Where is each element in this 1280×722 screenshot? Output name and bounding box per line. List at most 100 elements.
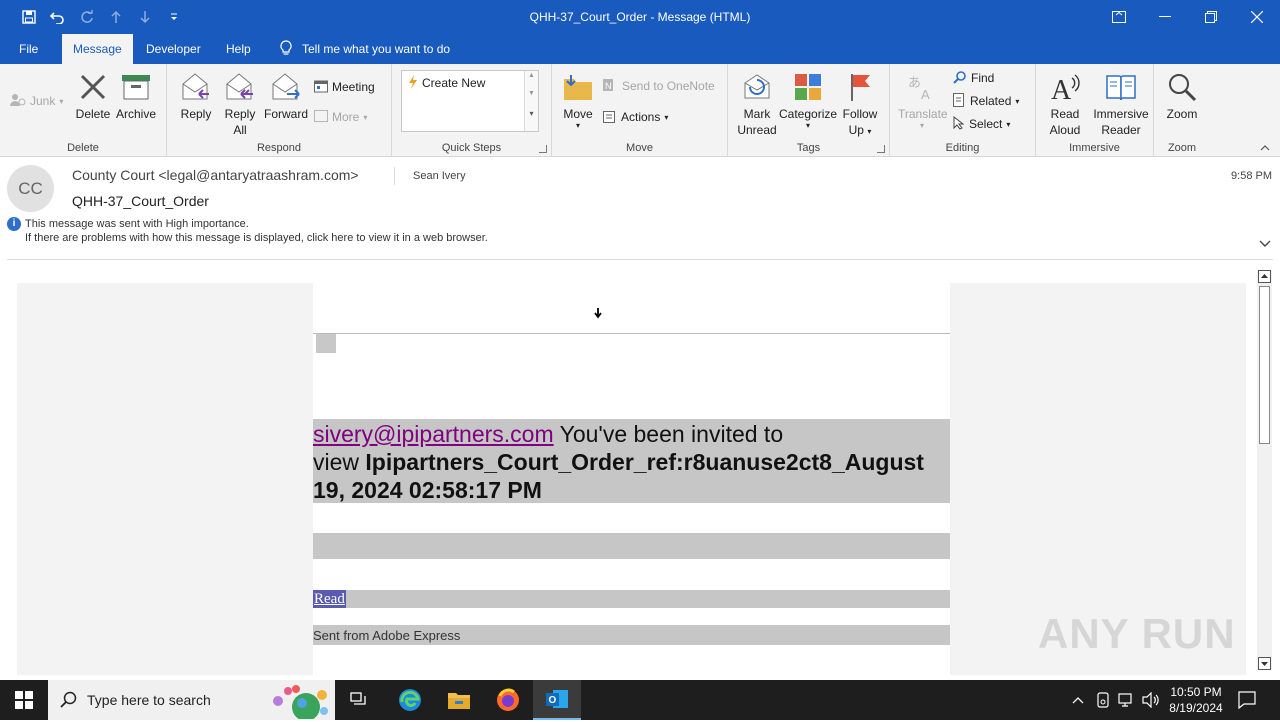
send-to-onenote-button[interactable]: N Send to OneNote (603, 76, 715, 96)
vertical-scrollbar[interactable] (1257, 270, 1272, 670)
tab-help[interactable]: Help (215, 34, 262, 64)
read-link-bar: Read (313, 590, 950, 608)
forward-icon (269, 70, 303, 104)
document-date: 19, 2024 02:58:17 PM (313, 477, 542, 503)
reply-icon (179, 70, 213, 104)
restore-icon[interactable] (1188, 0, 1234, 34)
search-highlight-icon (262, 683, 332, 722)
expand-header-icon[interactable] (1259, 237, 1271, 251)
clock[interactable]: 10:50 PM 8/19/2024 (1164, 684, 1228, 716)
view-in-browser-notice[interactable]: If there are problems with how this mess… (25, 232, 488, 244)
svg-text:A: A (921, 87, 930, 101)
firefox-icon[interactable] (484, 680, 532, 720)
tab-message[interactable]: Message (62, 34, 133, 64)
forward-button[interactable]: Forward (263, 70, 309, 122)
close-icon[interactable] (1234, 0, 1280, 34)
file-explorer-icon[interactable] (435, 680, 483, 720)
select-button[interactable]: Select ▾ (953, 114, 1010, 134)
read-link[interactable]: Read (313, 590, 346, 608)
read-aloud-label-1: Read (1050, 107, 1080, 121)
delete-button[interactable]: Delete (72, 70, 114, 122)
avatar[interactable]: CC (7, 165, 54, 212)
start-button[interactable] (0, 680, 48, 720)
gallery-expand-icon[interactable]: ▾ (525, 109, 538, 119)
tell-me-label: Tell me what you want to do (302, 42, 451, 56)
menu-bar: File Message Developer Help Tell me what… (0, 34, 1280, 64)
invite-block: sivery@ipipartners.com You've been invit… (313, 419, 950, 503)
categorize-button[interactable]: Categorize ▾ (779, 70, 837, 130)
ribbon-display-options-icon[interactable] (1096, 0, 1142, 34)
follow-up-button[interactable]: Follow Up ▾ (838, 70, 882, 140)
subject: QHH-37_Court_Order (72, 193, 209, 209)
related-button[interactable]: Related ▾ (953, 91, 1019, 111)
move-folder-icon (561, 70, 595, 104)
move-button[interactable]: Move ▾ (558, 70, 598, 130)
tab-developer[interactable]: Developer (135, 34, 212, 64)
scroll-down-button[interactable] (1258, 657, 1271, 670)
archive-button[interactable]: Archive (114, 70, 158, 122)
device-icon[interactable] (1096, 692, 1110, 711)
outlook-taskbar-icon[interactable]: O (533, 680, 581, 720)
follow-up-label-1: Follow (842, 107, 878, 121)
task-view-icon[interactable] (335, 680, 383, 720)
scroll-thumb[interactable] (1259, 286, 1270, 444)
categorize-icon (791, 70, 825, 104)
chevron-down-icon: ▾ (1015, 96, 1020, 106)
dialog-launcher-icon[interactable] (539, 145, 547, 153)
related-icon (953, 92, 966, 110)
dialog-launcher-icon[interactable] (877, 145, 885, 153)
actions-label: Actions (621, 110, 661, 124)
tags-group: Mark Unread Categorize ▾ Follow Up ▾ Tag… (728, 64, 890, 157)
actions-button[interactable]: Actions ▾ (603, 107, 668, 127)
zoom-button[interactable]: Zoom (1160, 70, 1204, 122)
reply-button[interactable]: Reply (175, 70, 217, 122)
scroll-up-icon[interactable]: ▲ (525, 71, 538, 81)
follow-up-label-2: Up ▾ (848, 123, 872, 137)
message-header: CC County Court <legal@antaryatraashram.… (0, 157, 1280, 262)
clock-date: 8/19/2024 (1169, 701, 1223, 715)
sender[interactable]: County Court <legal@antaryatraashram.com… (72, 167, 359, 183)
importance-notice: This message was sent with High importan… (25, 218, 249, 230)
junk-button[interactable]: Junk ▾ (10, 91, 63, 111)
recipient-email-link[interactable]: sivery@ipipartners.com (313, 421, 554, 447)
gallery-scrollbar[interactable]: ▲ ▼ ▾ (524, 71, 538, 131)
translate-label: Translate (898, 107, 948, 121)
chevron-down-icon: ▾ (919, 121, 924, 130)
edge-icon[interactable] (386, 680, 434, 720)
recipient[interactable]: Sean Ivery (413, 170, 466, 182)
chevron-up-icon[interactable] (1072, 693, 1084, 707)
translate-button[interactable]: あA Translate ▾ (898, 70, 948, 130)
delete-group-label: Delete (67, 142, 99, 154)
mark-unread-label-2: Unread (737, 123, 777, 137)
more-button[interactable]: More ▾ (314, 107, 367, 127)
tell-me-search[interactable]: Tell me what you want to do (280, 34, 450, 64)
collapse-ribbon-icon[interactable] (1260, 143, 1270, 154)
broken-image-icon (594, 308, 602, 322)
find-button[interactable]: Find (953, 68, 994, 88)
mark-unread-label-1: Mark (743, 107, 771, 121)
minimize-icon[interactable] (1142, 0, 1188, 34)
network-icon[interactable] (1118, 692, 1136, 711)
meeting-button[interactable]: Meeting (314, 77, 375, 97)
read-aloud-button[interactable]: A Read Aloud (1042, 70, 1088, 138)
delete-label: Delete (75, 107, 111, 121)
footer-text: Sent from Adobe Express (313, 628, 461, 643)
tab-file[interactable]: File (8, 34, 49, 64)
categorize-label: Categorize (779, 107, 838, 121)
scroll-down-icon[interactable]: ▼ (525, 89, 538, 99)
quick-steps-gallery: Create New ▲ ▼ ▾ (401, 70, 539, 132)
immersive-reader-button[interactable]: Immersive Reader (1092, 70, 1150, 138)
archive-label: Archive (115, 107, 156, 121)
taskbar-search[interactable]: Type here to search (48, 680, 335, 722)
delete-icon (76, 70, 110, 104)
mark-unread-button[interactable]: Mark Unread (735, 70, 779, 138)
volume-icon[interactable] (1142, 691, 1160, 711)
read-aloud-label-2: Aloud (1049, 123, 1081, 137)
scroll-up-button[interactable] (1258, 270, 1271, 283)
notifications-icon[interactable] (1238, 691, 1256, 712)
lightbulb-icon (280, 39, 292, 59)
footer-bar: Sent from Adobe Express (313, 625, 950, 645)
reply-all-button[interactable]: Reply All (219, 70, 261, 138)
header-divider (7, 259, 1273, 260)
create-new-quick-step[interactable]: Create New (408, 73, 485, 93)
